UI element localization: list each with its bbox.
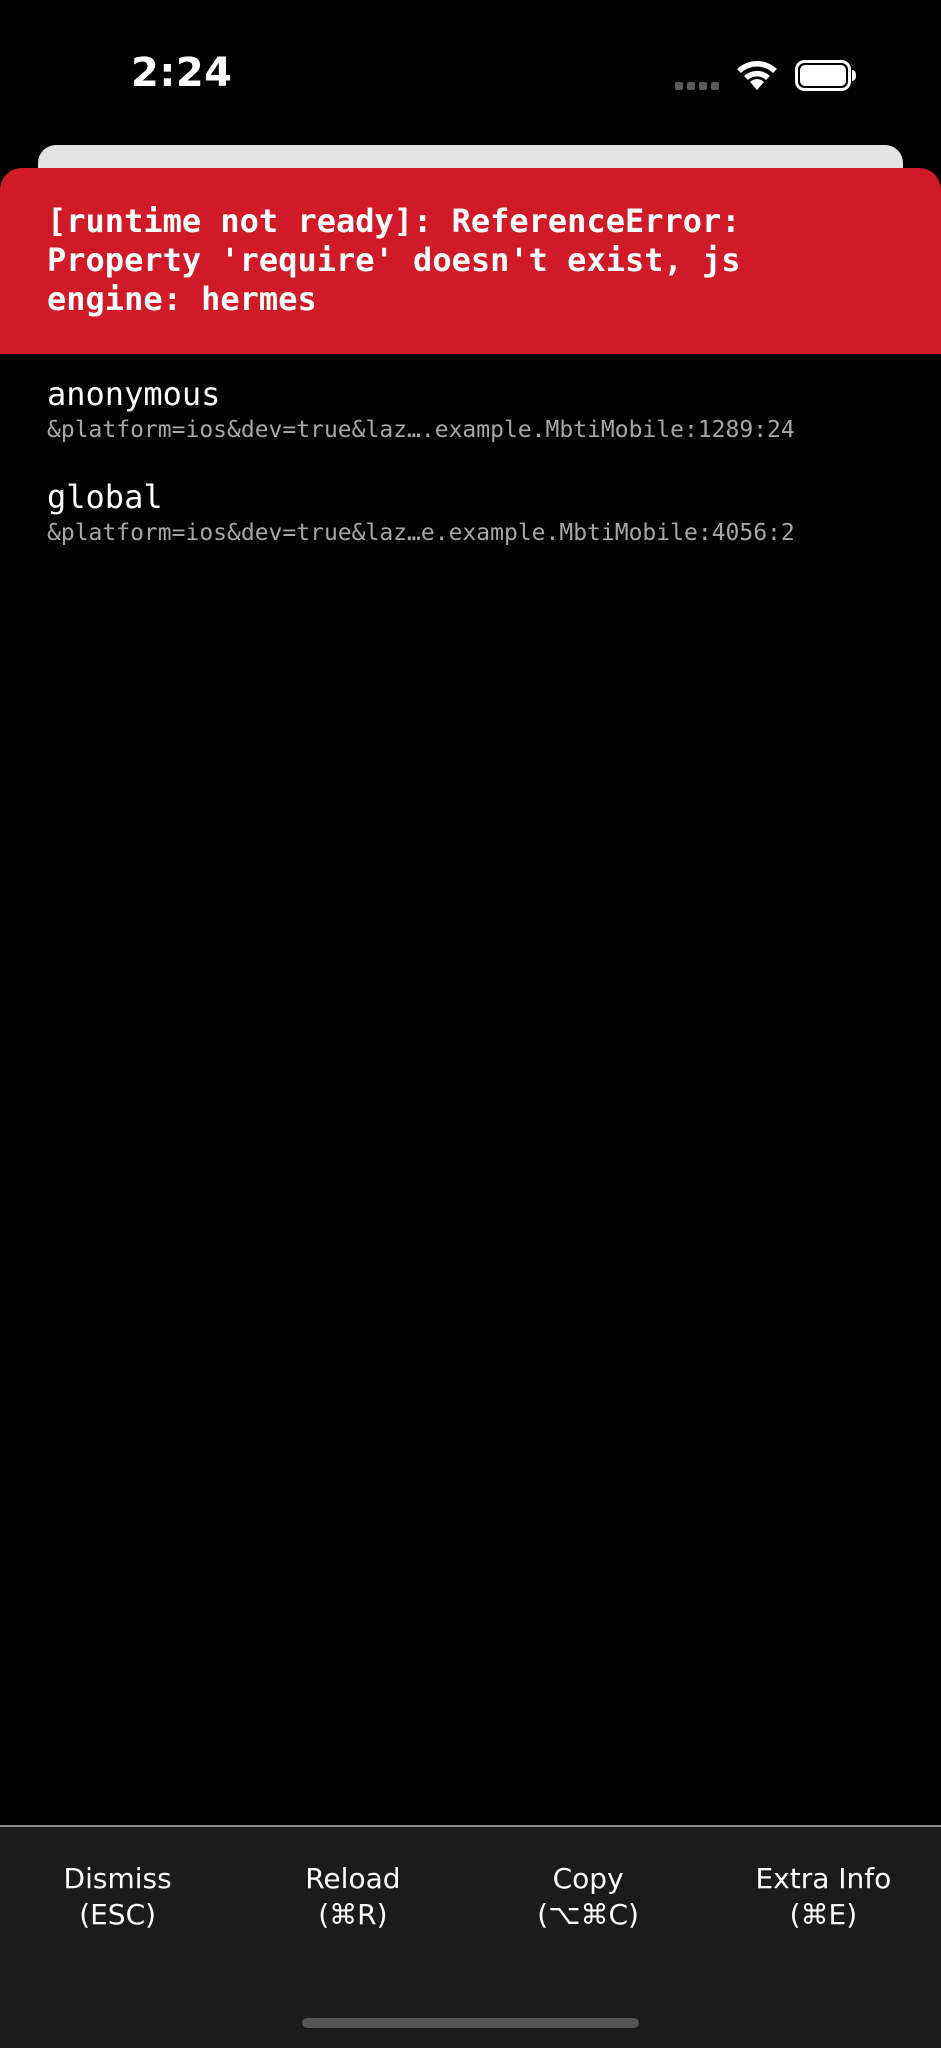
dismiss-button-shortcut: (ESC) [79,1898,157,1931]
stack-frame-location: &platform=ios&dev=true&laz….example.Mbti… [47,417,795,443]
stack-frame[interactable]: anonymous &platform=ios&dev=true&laz….ex… [47,374,907,446]
copy-button-shortcut: (⌥⌘C) [537,1898,639,1931]
extra-info-button-label: Extra Info [755,1862,892,1895]
battery-icon [795,60,856,91]
stack-frame-method: anonymous [47,375,221,413]
stack-frame[interactable]: global &platform=ios&dev=true&laz…e.exam… [47,477,907,549]
extra-info-button[interactable]: Extra Info (⌘E) [706,1861,941,1933]
copy-button-label: Copy [552,1862,624,1895]
stack-frame-location: &platform=ios&dev=true&laz…e.example.Mbt… [47,520,795,546]
stack-trace: anonymous &platform=ios&dev=true&laz….ex… [47,374,907,580]
cellular-signal-icon [675,82,719,90]
copy-button[interactable]: Copy (⌥⌘C) [471,1861,706,1933]
error-message: [runtime not ready]: ReferenceError: Pro… [47,202,760,318]
footer-buttons: Dismiss (ESC) Reload (⌘R) Copy (⌥⌘C) Ext… [0,1827,941,1933]
home-indicator[interactable] [302,2018,639,2028]
error-header: [runtime not ready]: ReferenceError: Pro… [0,168,941,354]
reload-button-shortcut: (⌘R) [318,1898,388,1931]
stack-frame-method: global [47,478,163,516]
status-bar: 2:24 [0,0,941,140]
reload-button[interactable]: Reload (⌘R) [235,1861,470,1933]
dismiss-button[interactable]: Dismiss (ESC) [0,1861,235,1933]
footer-toolbar: Dismiss (ESC) Reload (⌘R) Copy (⌥⌘C) Ext… [0,1825,941,2048]
extra-info-button-shortcut: (⌘E) [789,1898,858,1931]
status-time: 2:24 [131,50,233,96]
dismiss-button-label: Dismiss [63,1862,172,1895]
wifi-icon [737,61,777,90]
reload-button-label: Reload [305,1862,401,1895]
